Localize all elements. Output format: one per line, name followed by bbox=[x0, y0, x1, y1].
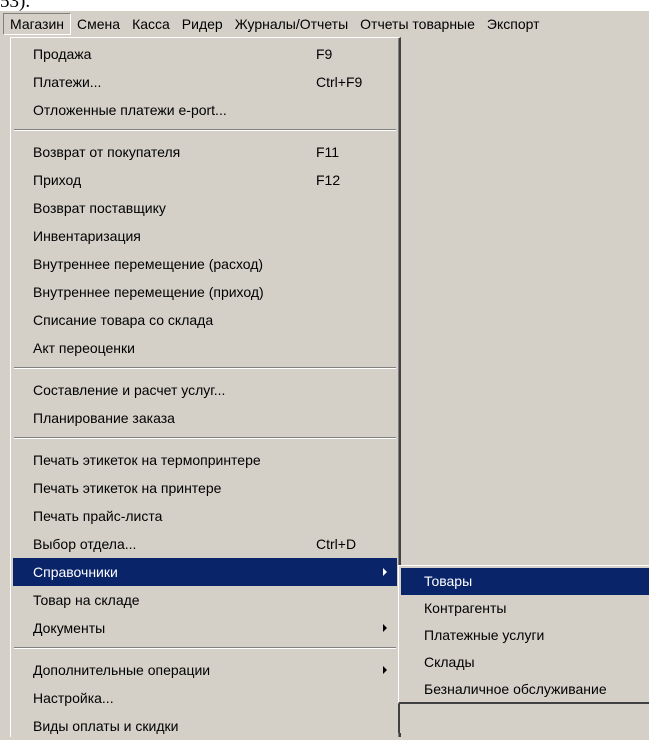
menu-item[interactable]: Инвентаризация bbox=[13, 222, 397, 250]
menu-item-shortcut: F9 bbox=[316, 46, 333, 62]
menu-item-shortcut: F11 bbox=[316, 144, 340, 160]
menu-item-label: Внутреннее перемещение (расход) bbox=[33, 256, 264, 272]
menu-separator bbox=[14, 367, 396, 369]
menu-item-label: Товар на складе bbox=[33, 592, 140, 608]
menu-item[interactable]: Документы bbox=[13, 614, 397, 642]
menu-item[interactable]: Печать прайс-листа bbox=[13, 502, 397, 530]
submenu-item-label: Склады bbox=[424, 654, 475, 670]
menubar-item-rider[interactable]: Ридер bbox=[176, 13, 229, 35]
menu-item-label: Возврат поставщику bbox=[33, 200, 166, 216]
submenu-item[interactable]: Безналичное обслуживание bbox=[401, 676, 649, 703]
menu-item-label: Дополнительные операции bbox=[33, 662, 211, 678]
menu-item[interactable]: Списание товара со склада bbox=[13, 306, 397, 334]
menu-item-label: Печать этикеток на термопринтере bbox=[33, 452, 261, 468]
submenu-item[interactable]: Товары bbox=[401, 568, 649, 595]
menu-item[interactable]: Печать этикеток на принтере bbox=[13, 474, 397, 502]
submenu-item-label: Товары bbox=[424, 573, 473, 589]
menubar-item-smena[interactable]: Смена bbox=[71, 13, 126, 35]
menu-item[interactable]: Планирование заказа bbox=[13, 404, 397, 432]
menu-item[interactable]: Приход F12 bbox=[13, 166, 397, 194]
menu-item[interactable]: Отложенные платежи e-port... bbox=[13, 96, 397, 124]
submenu-item-label: Платежные услуги bbox=[424, 627, 545, 643]
menu-item-label: Списание товара со склада bbox=[33, 312, 214, 328]
submenu-arrow-icon bbox=[383, 666, 387, 674]
menubar-item-journals[interactable]: Журналы/Отчеты bbox=[229, 13, 354, 35]
menu-item[interactable]: Внутреннее перемещение (приход) bbox=[13, 278, 397, 306]
menu-item-label: Акт переоценки bbox=[33, 340, 135, 356]
menu-item-label: Виды оплаты и скидки bbox=[33, 718, 179, 734]
submenu-arrow-icon bbox=[383, 624, 387, 632]
menu-item[interactable]: Справочники bbox=[13, 558, 397, 586]
submenu-arrow-icon bbox=[383, 568, 387, 576]
menu-item-label: Отложенные платежи e-port... bbox=[33, 102, 227, 118]
menubar-item-goods-reports[interactable]: Отчеты товарные bbox=[354, 13, 481, 35]
submenu-shadow-edge bbox=[398, 704, 400, 733]
menu-item[interactable]: Виды оплаты и скидки bbox=[13, 712, 397, 740]
cropped-text-strip: 53). bbox=[0, 0, 649, 11]
menu-item-shortcut: F12 bbox=[316, 172, 341, 188]
menu-separator bbox=[14, 647, 396, 649]
menubar-item-kassa[interactable]: Касса bbox=[126, 13, 176, 35]
menu-item-label: Инвентаризация bbox=[33, 228, 141, 244]
menu-item-label: Печать этикеток на принтере bbox=[33, 480, 222, 496]
menu-item[interactable]: Составление и расчет услуг... bbox=[13, 376, 397, 404]
menu-item-label: Печать прайс-листа bbox=[33, 508, 163, 524]
submenu-item[interactable]: Контрагенты bbox=[401, 595, 649, 622]
menu-item[interactable]: Платежи... Ctrl+F9 bbox=[13, 68, 397, 96]
submenu-item[interactable]: Платежные услуги bbox=[401, 622, 649, 649]
menu-item[interactable]: Выбор отдела... Ctrl+D bbox=[13, 530, 397, 558]
cropped-text: 53). bbox=[0, 0, 31, 11]
menu-item-label: Документы bbox=[33, 620, 106, 636]
menu-item[interactable]: Настройка... bbox=[13, 684, 397, 712]
menu-item[interactable]: Внутреннее перемещение (расход) bbox=[13, 250, 397, 278]
menu-item-shortcut: Ctrl+F9 bbox=[316, 74, 363, 90]
menu-item[interactable]: Продажа F9 bbox=[13, 40, 397, 68]
menu-item[interactable]: Возврат от покупателя F11 bbox=[13, 138, 397, 166]
menu-item[interactable]: Акт переоценки bbox=[13, 334, 397, 362]
menubar-item-export[interactable]: Экспорт bbox=[481, 13, 546, 35]
menu-item[interactable]: Возврат поставщику bbox=[13, 194, 397, 222]
menu-item-label: Выбор отдела... bbox=[33, 536, 137, 552]
main-dropdown-menu: Продажа F9 Платежи... Ctrl+F9 Отложенные пла… bbox=[10, 37, 401, 737]
submenu-item[interactable]: Склады bbox=[401, 649, 649, 676]
menu-item-label: Платежи... bbox=[33, 74, 102, 90]
menu-item-label: Составление и расчет услуг... bbox=[33, 382, 226, 398]
menu-item-label: Продажа bbox=[33, 46, 92, 62]
menu-item-shortcut: Ctrl+D bbox=[316, 536, 357, 552]
submenu-item-label: Безналичное обслуживание bbox=[424, 681, 607, 697]
submenu-item-label: Контрагенты bbox=[424, 600, 507, 616]
menu-item-label: Приход bbox=[33, 172, 82, 188]
menu-separator bbox=[14, 129, 396, 131]
menu-item-label: Внутреннее перемещение (приход) bbox=[33, 284, 264, 300]
menu-item-label: Настройка... bbox=[33, 690, 114, 706]
menu-bar: Магазин Смена Касса Ридер Журналы/Отчеты… bbox=[0, 11, 649, 36]
submenu-spravochniki: Товары Контрагенты Платежные услуги Склады Б… bbox=[398, 565, 649, 704]
menu-separator bbox=[14, 437, 396, 439]
background-area bbox=[398, 704, 649, 733]
menu-item[interactable]: Товар на складе bbox=[13, 586, 397, 614]
menu-item-label: Справочники bbox=[33, 564, 118, 580]
menubar-item-magazin[interactable]: Магазин bbox=[3, 12, 72, 35]
menu-item[interactable]: Дополнительные операции bbox=[13, 656, 397, 684]
menu-item[interactable]: Печать этикеток на термопринтере bbox=[13, 446, 397, 474]
menu-item-label: Планирование заказа bbox=[33, 410, 175, 426]
menu-item-label: Возврат от покупателя bbox=[33, 144, 181, 160]
